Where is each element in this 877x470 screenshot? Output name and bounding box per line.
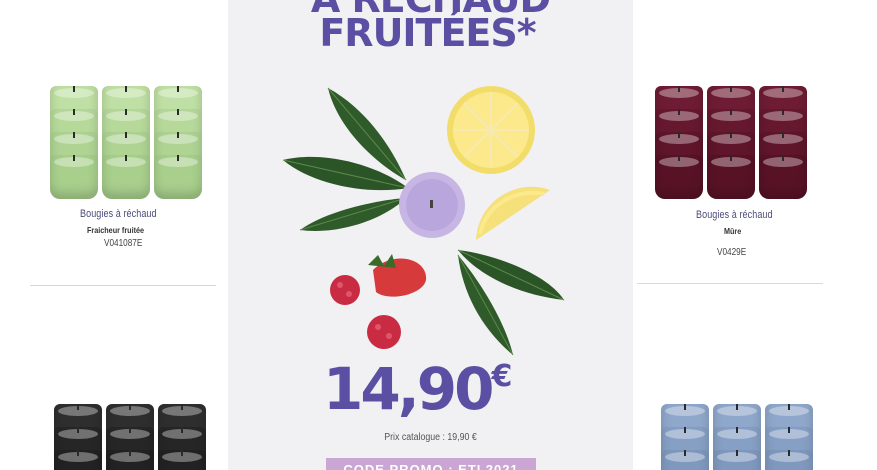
promo-code-banner[interactable]: CODE PROMO : ETL2021 — [326, 458, 536, 470]
product-name-top-left[interactable]: Bougies à réchaud — [80, 208, 157, 220]
product-image-mure[interactable] — [655, 86, 809, 199]
product-variant-top-right: Mûre — [724, 226, 742, 236]
catalog-price: Prix catalogue : 19,90 € — [384, 432, 477, 443]
green-tealight-candle — [50, 155, 98, 199]
blackberry-tealight-candle — [655, 155, 703, 199]
black-tealight-candle — [54, 450, 102, 470]
blue-tealight-candle — [765, 450, 813, 470]
product-image-blue-candles[interactable] — [661, 404, 815, 470]
product-divider — [30, 285, 216, 286]
blackberry-tealight-candle — [759, 155, 807, 199]
leaf-icon — [299, 197, 407, 231]
product-image-black-candles[interactable] — [54, 404, 208, 470]
green-tealight-candle — [102, 155, 150, 199]
price-currency: € — [491, 359, 513, 394]
right-product-column: Bougies à réchaud Mûre V0429E — [633, 0, 877, 470]
promo-price: 14,90€ — [323, 355, 512, 423]
tealight-candle-icon — [399, 172, 465, 238]
product-name-top-right[interactable]: Bougies à réchaud — [696, 209, 773, 221]
black-tealight-candle — [158, 450, 206, 470]
promo-product-illustration — [282, 86, 565, 356]
black-tealight-candle — [106, 450, 154, 470]
blue-tealight-candle — [661, 450, 709, 470]
raspberry-icon — [367, 315, 401, 349]
promo-panel: À RÉCHAUD FRUITÉES* — [228, 0, 633, 470]
raspberry-icon — [330, 275, 360, 305]
strawberry-icon — [368, 254, 427, 297]
lemon-slice-icon — [476, 186, 550, 240]
lemon-slice-icon — [447, 86, 535, 174]
product-variant-top-left: Fraicheur fruitée — [87, 225, 145, 235]
price-amount: 14,90 — [323, 355, 494, 423]
product-image-fraicheur-fruitee[interactable] — [50, 86, 204, 199]
blackberry-tealight-candle — [707, 155, 755, 199]
blue-tealight-candle — [713, 450, 761, 470]
left-product-column: Bougies à réchaud Fraicheur fruitée V041… — [0, 0, 228, 470]
product-ref-top-right: V0429E — [717, 247, 747, 258]
promo-headline-line2: FRUITÉES* — [319, 11, 536, 55]
product-ref-top-left: V041087E — [104, 238, 143, 249]
green-tealight-candle — [154, 155, 202, 199]
product-divider — [637, 283, 823, 284]
